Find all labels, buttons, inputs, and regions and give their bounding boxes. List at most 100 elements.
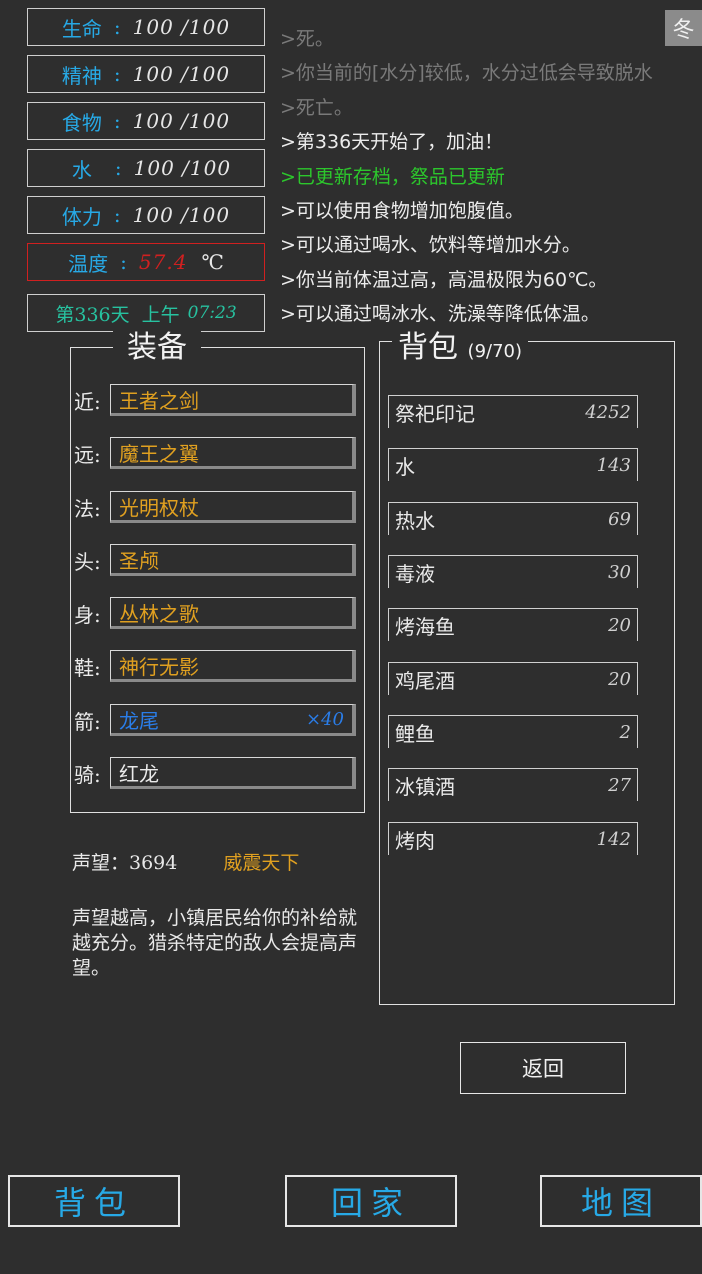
backpack-item[interactable]: 祭祀印记 4252 <box>388 395 638 428</box>
backpack-item-name: 烤海鱼 <box>395 614 455 639</box>
day-clock: 07:23 <box>187 303 237 323</box>
equipment-title: 装备 <box>113 331 201 365</box>
equip-item-count: ×40 <box>306 708 344 730</box>
equip-slot-melee[interactable]: 近: 王者之剑 <box>74 383 356 417</box>
equip-slot-box[interactable]: 魔王之翼 <box>110 437 356 469</box>
message-log: >死。 >你当前的[水分]较低，水分过低会导致脱水 >死亡。 >第336天开始了… <box>280 22 700 332</box>
log-line: >死亡。 <box>280 96 353 119</box>
backpack-item-count: 69 <box>608 508 631 530</box>
stat-temperature-unit: ℃ <box>201 250 224 274</box>
log-line: >死。 <box>280 28 334 50</box>
stat-stamina-label: 体力 <box>61 204 102 229</box>
equip-slot-label: 法: <box>74 496 101 521</box>
equip-slot-label: 鞋: <box>74 655 101 680</box>
equip-slot-label: 身: <box>74 602 101 627</box>
stat-temperature-label: 温度 <box>68 251 109 276</box>
stat-life: 生命 : 100 /100 <box>27 8 265 46</box>
equip-slot-label: 箭: <box>74 709 101 734</box>
stat-water-value: 100 /100 <box>133 156 232 180</box>
backpack-item[interactable]: 毒液 30 <box>388 555 638 588</box>
equip-item-name: 圣颅 <box>119 548 159 573</box>
backpack-item[interactable]: 烤海鱼 20 <box>388 608 638 641</box>
equip-slot-box[interactable]: 光明权杖 <box>110 491 356 523</box>
return-button[interactable]: 返回 <box>460 1042 626 1094</box>
equip-item-name: 丛林之歌 <box>119 601 199 626</box>
day-time-display: 第336天 上午 07:23 <box>27 294 265 332</box>
backpack-capacity: (9/70) <box>467 341 523 362</box>
stat-water: 水 : 100 /100 <box>27 149 265 187</box>
backpack-item-count: 20 <box>608 668 631 690</box>
equip-slot-box[interactable]: 圣颅 <box>110 544 356 576</box>
backpack-item-count: 2 <box>619 721 631 743</box>
reputation-value: 声望：3694 <box>72 852 178 874</box>
log-line: >已更新存档，祭品已更新 <box>280 165 505 188</box>
equip-slot-box[interactable]: 红龙 <box>110 757 356 789</box>
backpack-item-name: 水 <box>395 454 415 479</box>
equip-slot-label: 骑: <box>74 762 101 787</box>
backpack-title: 背包 <box>398 330 458 365</box>
nav-backpack-button[interactable]: 背包 <box>8 1175 180 1227</box>
log-line: >你当前体温过高，高温极限为60℃。 <box>280 268 608 291</box>
log-line: >可以使用食物增加饱腹值。 <box>280 200 524 223</box>
backpack-item[interactable]: 鲤鱼 2 <box>388 715 638 748</box>
stat-colon: : <box>113 203 121 227</box>
equip-slot-box[interactable]: 龙尾 ×40 <box>110 704 356 736</box>
equip-slot-magic[interactable]: 法: 光明权杖 <box>74 490 356 524</box>
equip-slot-box[interactable]: 王者之剑 <box>110 384 356 416</box>
backpack-item-name: 鲤鱼 <box>395 721 435 746</box>
equip-item-name: 光明权杖 <box>119 495 199 520</box>
equip-item-name: 神行无影 <box>119 654 199 679</box>
backpack-item-count: 143 <box>596 454 631 476</box>
backpack-item-name: 烤肉 <box>395 828 435 853</box>
equip-slot-box[interactable]: 神行无影 <box>110 650 356 682</box>
stat-colon: : <box>120 250 127 274</box>
backpack-item-count: 20 <box>608 614 631 636</box>
backpack-item[interactable]: 冰镇酒 27 <box>388 768 638 801</box>
stat-water-label: 水 <box>71 157 92 182</box>
backpack-item[interactable]: 鸡尾酒 20 <box>388 662 638 695</box>
stat-stamina: 体力 : 100 /100 <box>27 196 265 234</box>
equip-slot-label: 近: <box>74 389 101 414</box>
backpack-item-count: 27 <box>608 774 631 796</box>
stat-life-label: 生命 <box>61 16 102 41</box>
equip-slot-shoes[interactable]: 鞋: 神行无影 <box>74 649 356 683</box>
stat-colon: : <box>114 156 122 180</box>
stat-colon: : <box>113 109 121 133</box>
stat-spirit: 精神 : 100 /100 <box>27 55 265 93</box>
nav-home-button[interactable]: 回家 <box>285 1175 457 1227</box>
backpack-item-count: 4252 <box>585 401 631 423</box>
stat-food-label: 食物 <box>61 110 102 135</box>
equip-slot-body[interactable]: 身: 丛林之歌 <box>74 596 356 630</box>
backpack-item[interactable]: 热水 69 <box>388 502 638 535</box>
equip-slot-arrow[interactable]: 箭: 龙尾 ×40 <box>74 703 356 737</box>
backpack-item-name: 鸡尾酒 <box>395 668 455 693</box>
equip-item-name: 王者之剑 <box>119 388 199 413</box>
log-line: >可以通过喝水、饮料等增加水分。 <box>280 234 581 257</box>
equip-slot-box[interactable]: 丛林之歌 <box>110 597 356 629</box>
log-line: >你当前的[水分]较低，水分过低会导致脱水 <box>280 62 653 85</box>
stat-food-value: 100 /100 <box>132 109 231 133</box>
equip-slot-head[interactable]: 头: 圣颅 <box>74 543 356 577</box>
backpack-item-name: 毒液 <box>395 561 435 586</box>
equip-slot-label: 远: <box>74 442 101 467</box>
equip-slot-mount[interactable]: 骑: 红龙 <box>74 756 356 790</box>
stat-temperature: 温度 : 57.4 ℃ <box>27 243 265 281</box>
backpack-item-name: 热水 <box>395 508 435 533</box>
equip-slot-ranged[interactable]: 远: 魔王之翼 <box>74 436 356 470</box>
reputation-description: 声望越高，小镇居民给你的补给就越充分。猎杀特定的敌人会提高声望。 <box>72 907 358 979</box>
equip-item-name: 魔王之翼 <box>119 441 199 466</box>
backpack-item[interactable]: 烤肉 142 <box>388 822 638 855</box>
backpack-item-count: 30 <box>608 561 631 583</box>
stat-life-value: 100 /100 <box>132 15 231 39</box>
day-label: 第336天 <box>55 303 130 326</box>
log-line: >可以通过喝冰水、洗澡等降低体温。 <box>280 303 600 326</box>
backpack-item-name: 祭祀印记 <box>395 401 475 426</box>
log-line: >第336天开始了，加油！ <box>280 131 504 154</box>
nav-map-button[interactable]: 地图 <box>540 1175 702 1227</box>
stat-colon: : <box>113 15 121 39</box>
equip-item-name: 龙尾 <box>119 708 159 733</box>
stat-temperature-value: 57.4 <box>138 250 188 274</box>
stat-food: 食物 : 100 /100 <box>27 102 265 140</box>
backpack-item[interactable]: 水 143 <box>388 448 638 481</box>
stat-spirit-label: 精神 <box>61 63 102 88</box>
